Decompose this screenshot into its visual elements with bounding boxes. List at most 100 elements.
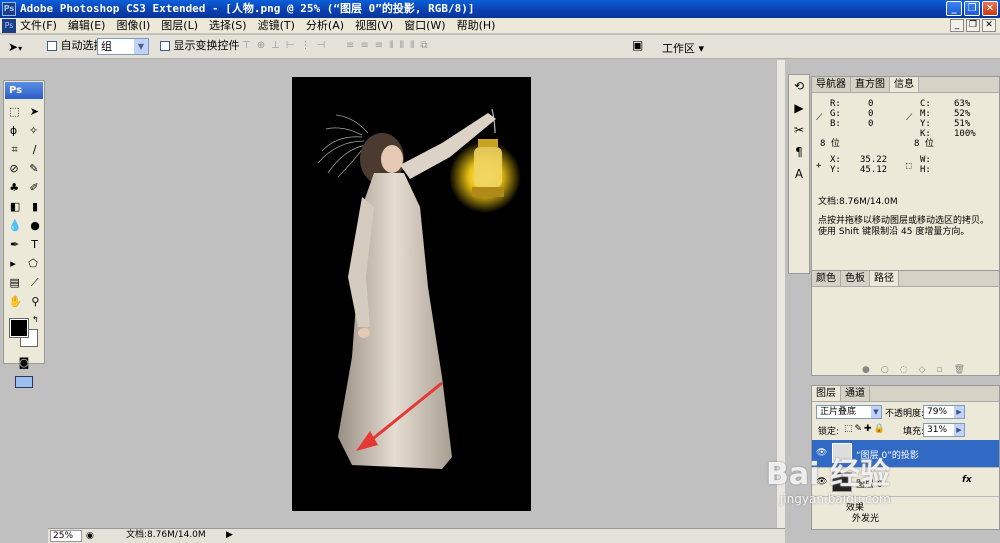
distribute-left-icon[interactable]: ⦀ [389,40,393,51]
stamp-tool-icon[interactable]: ♣ [9,178,19,197]
document-canvas[interactable] [292,77,531,511]
distribute-top-icon[interactable]: ≡ [346,40,354,51]
canvas-area [48,60,776,528]
menu-item[interactable]: 滤镜(T) [258,18,295,34]
b-value: 0 [868,119,874,129]
delete-path-icon[interactable]: 🗑 [954,365,965,375]
auto-select-checkbox[interactable] [47,41,57,51]
panel-tab[interactable]: 路径 [870,271,899,286]
distribute-right-icon[interactable]: ⦀ [410,40,414,51]
lock-icons[interactable]: ⬚✎✚🔒 [844,424,887,434]
eyedropper-tool-icon[interactable]: ⟋ [31,273,39,292]
h-label: H: [920,165,931,175]
blend-mode-select[interactable]: 正片叠底 ▼ [816,405,882,419]
blur-tool-icon[interactable]: 💧 [8,216,22,235]
align-vcenter-icon[interactable]: ⊕ [257,40,265,51]
marquee-tool-icon[interactable]: ⬚ [9,102,19,121]
history-panel-icon[interactable]: ⟲ [789,75,809,97]
load-selection-icon[interactable]: ◌ [900,365,908,375]
healing-tool-icon[interactable]: ⊘ [9,159,18,178]
menu-item[interactable]: 图层(L) [161,18,198,34]
distribute-buttons: ≡ ≡ ≡ ⦀ ⦀ ⦀ ⧉ [346,40,428,51]
screen-mode-icon[interactable] [15,376,33,388]
ps-menu-icon[interactable]: Ps [2,19,16,33]
panel-tab[interactable]: 色板 [841,271,870,286]
menu-item[interactable]: 分析(A) [306,18,344,34]
swap-colors-icon[interactable]: ↰ [32,315,39,324]
magic-wand-tool-icon[interactable]: ✧ [29,121,38,140]
eraser-tool-icon[interactable]: ◧ [10,197,20,216]
panel-tab[interactable]: 通道 [841,386,870,401]
menu-item[interactable]: 图像(I) [116,18,150,34]
doc-minimize-icon[interactable]: _ [950,19,964,32]
menu-item[interactable]: 编辑(E) [68,18,106,34]
distribute-vcenter-icon[interactable]: ≡ [360,40,368,51]
pen-tool-icon[interactable]: ✒ [10,235,19,254]
tools-preset-icon[interactable]: ✂ [789,119,809,141]
move-tool-icon[interactable]: ➤ [30,102,39,121]
hand-tool-icon[interactable]: ✋ [9,292,23,311]
distribute-hcenter-icon[interactable]: ⦀ [400,40,404,51]
doc-restore-icon[interactable]: ❐ [966,19,980,32]
slice-tool-icon[interactable]: ∕ [33,140,37,159]
zoom-tool-icon[interactable]: ⚲ [31,292,39,311]
fill-path-icon[interactable]: ● [862,365,870,375]
menu-item[interactable]: 选择(S) [209,18,247,34]
panel-tab[interactable]: 信息 [890,77,919,92]
shape-tool-icon[interactable]: ⬠ [28,254,38,273]
type-tool-icon[interactable]: T [31,235,38,254]
g-value: 0 [868,109,874,119]
quick-mask-icon[interactable]: ◙ [19,353,30,372]
move-tool-preset-icon[interactable]: ➤▾ [8,38,38,56]
opacity-field[interactable]: 79% ▶ [923,405,965,419]
panel-tab[interactable]: 颜色 [812,271,841,286]
auto-select-dropdown[interactable]: 组 ▼ [97,38,149,55]
paragraph-panel-icon[interactable]: ¶ [789,141,809,163]
zoom-field[interactable]: 25% [50,530,82,542]
character-panel-icon[interactable]: A [789,163,809,185]
make-work-path-icon[interactable]: ◇ [919,365,926,375]
restore-button[interactable]: ❐ [964,1,980,16]
chevron-right-icon: ▶ [954,406,964,418]
align-right-icon[interactable]: ⊣ [317,40,326,51]
layers-panel-tabs: 图层 通道 [812,386,999,402]
status-arrow-icon[interactable]: ▶ [226,529,233,542]
y-value: 51% [954,119,971,129]
foreground-color-swatch[interactable] [9,318,29,338]
menu-item[interactable]: 视图(V) [355,18,393,34]
fill-field[interactable]: 31% ▶ [923,423,965,437]
actions-panel-icon[interactable]: ▶ [789,97,809,119]
fill-value: 31% [927,425,948,435]
bridge-icon[interactable]: ▣ [632,38,643,52]
menu-item[interactable]: 文件(F) [20,18,57,34]
distribute-bottom-icon[interactable]: ≡ [375,40,383,51]
align-bottom-icon[interactable]: ⊥ [271,40,280,51]
close-button[interactable]: ✕ [982,1,998,16]
stroke-path-icon[interactable]: ○ [881,365,889,375]
panel-tab[interactable]: 导航器 [812,77,851,92]
dodge-tool-icon[interactable]: ● [30,216,40,235]
auto-align-icon[interactable]: ⧉ [420,40,427,51]
gradient-tool-icon[interactable]: ▮ [32,197,38,216]
align-top-icon[interactable]: ⊤ [242,40,251,51]
show-transform-group[interactable]: 显示变换控件 [160,39,240,53]
path-select-tool-icon[interactable]: ▸ [10,254,16,273]
lasso-tool-icon[interactable]: ϕ [10,121,17,140]
show-transform-checkbox[interactable] [160,41,170,51]
new-path-icon[interactable]: ▫ [937,365,943,375]
minimize-button[interactable]: _ [946,1,962,16]
crop-tool-icon[interactable]: ⌗ [12,140,18,159]
workspace-menu[interactable]: 工作区 ▾ [662,40,704,56]
menu-item[interactable]: 窗口(W) [404,18,445,34]
align-hcenter-icon[interactable]: ⋮ [301,40,311,51]
status-menu-icon[interactable]: ◉ [86,530,94,543]
notes-tool-icon[interactable]: ▤ [9,273,19,292]
align-left-icon[interactable]: ⊢ [286,40,295,51]
history-brush-icon[interactable]: ✐ [30,178,39,197]
crosshair-icon: + [816,161,822,171]
panel-tab[interactable]: 图层 [812,386,841,401]
brush-tool-icon[interactable]: ✎ [29,159,38,178]
doc-close-icon[interactable]: ✕ [982,19,996,32]
panel-tab[interactable]: 直方图 [851,77,890,92]
menu-item[interactable]: 帮助(H) [457,18,496,34]
